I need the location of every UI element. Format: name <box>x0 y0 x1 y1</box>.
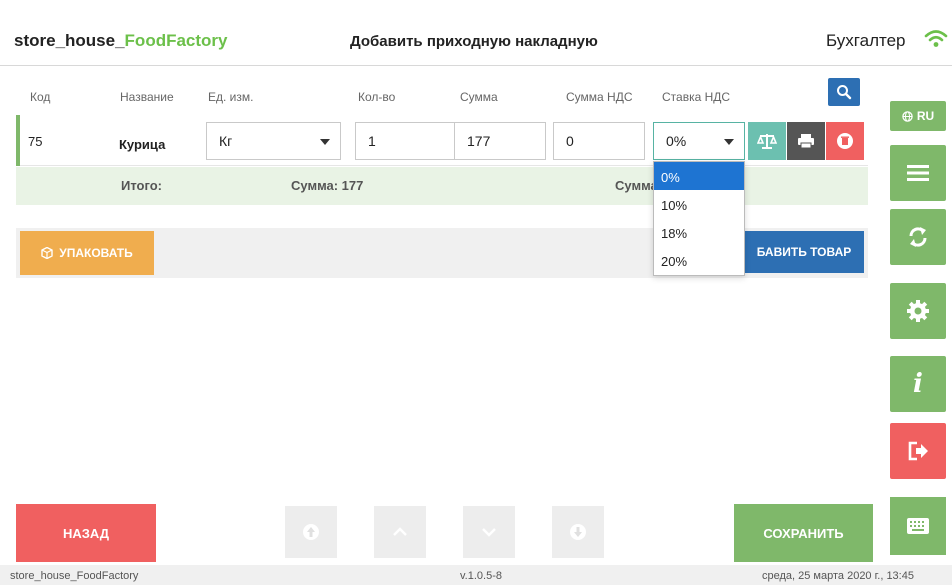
menu-icon <box>907 165 929 181</box>
vat-option-0[interactable]: 0% <box>654 162 744 190</box>
col-vat-rate: Ставка НДС <box>662 90 731 104</box>
col-vat-sum: Сумма НДС <box>566 90 633 104</box>
info-icon: i <box>913 369 923 399</box>
qty-input[interactable]: 1 <box>355 122 455 160</box>
item-name: Курица <box>119 137 166 152</box>
scroll-down-button[interactable] <box>463 506 515 558</box>
first-page-button[interactable] <box>285 506 337 558</box>
status-bar: store_house_FoodFactory v.1.0.5-8 среда,… <box>0 565 952 585</box>
language-label: RU <box>916 109 935 123</box>
table-row: 75 Курица Кг 1 177 0 0% <box>16 115 868 166</box>
brand-title: store_house_FoodFactory <box>14 31 228 51</box>
vat-option-10[interactable]: 10% <box>654 190 744 218</box>
gear-icon <box>907 300 929 322</box>
search-icon <box>837 85 852 100</box>
vat-rate-select[interactable]: 0% <box>653 122 745 160</box>
vat-sum-input[interactable]: 0 <box>553 122 645 160</box>
page-title: Добавить приходную накладную <box>350 33 598 50</box>
scroll-up-button[interactable] <box>374 506 426 558</box>
right-sidebar: RU i <box>885 66 952 565</box>
pack-label: УПАКОВАТЬ <box>59 246 133 260</box>
scale-icon <box>757 134 777 149</box>
logout-button[interactable] <box>890 423 946 479</box>
col-unit: Ед. изм. <box>208 90 254 104</box>
col-sum: Сумма <box>460 90 498 104</box>
sum-input[interactable]: 177 <box>454 122 546 160</box>
language-button[interactable]: RU <box>890 101 946 131</box>
print-button[interactable] <box>787 122 825 160</box>
scale-button[interactable] <box>748 122 786 160</box>
brand-accent: FoodFactory <box>124 31 228 50</box>
brand-prefix: store_house_ <box>14 31 125 50</box>
totals-vat-sum: Сумма <box>615 178 658 193</box>
wifi-icon <box>924 30 948 47</box>
settings-button[interactable] <box>890 283 946 339</box>
pack-button[interactable]: УПАКОВАТЬ <box>20 231 154 275</box>
vat-rate-dropdown: 0% 10% 18% 20% <box>653 161 745 276</box>
keyboard-button[interactable] <box>890 497 946 555</box>
footer-app-name: store_house_FoodFactory <box>10 570 139 582</box>
footer-datetime: среда, 25 марта 2020 г., 13:45 <box>762 570 914 582</box>
arrow-up-circle-icon <box>303 524 319 540</box>
col-qty: Кол-во <box>358 90 396 104</box>
delete-button[interactable] <box>826 122 864 160</box>
chevron-down-icon <box>482 528 496 537</box>
menu-button[interactable] <box>890 145 946 201</box>
totals-sum: Сумма: 177 <box>291 178 364 193</box>
info-button[interactable]: i <box>890 356 946 412</box>
vat-option-18[interactable]: 18% <box>654 218 744 246</box>
user-role[interactable]: Бухгалтер <box>826 31 906 51</box>
row-marker <box>16 115 20 166</box>
add-item-label: БАВИТЬ ТОВАР <box>756 245 852 259</box>
globe-icon <box>902 110 913 122</box>
logout-icon <box>908 441 928 461</box>
vat-option-20[interactable]: 20% <box>654 246 744 274</box>
print-icon <box>798 134 814 149</box>
keyboard-icon <box>907 518 929 534</box>
chevron-up-icon <box>393 527 407 536</box>
sync-icon <box>909 227 927 247</box>
item-code: 75 <box>28 134 43 149</box>
totals-label: Итого: <box>121 178 162 193</box>
header: store_house_FoodFactory Добавить приходн… <box>0 0 952 66</box>
sync-button[interactable] <box>890 209 946 265</box>
arrow-down-circle-icon <box>570 524 586 540</box>
unit-select[interactable]: Кг <box>206 122 341 160</box>
search-button[interactable] <box>828 78 860 106</box>
back-button[interactable]: НАЗАД <box>16 504 156 562</box>
footer-version: v.1.0.5-8 <box>460 570 502 582</box>
box-icon <box>41 247 53 259</box>
app-window: store_house_FoodFactory Добавить приходн… <box>0 0 952 585</box>
col-name: Название <box>120 90 174 104</box>
last-page-button[interactable] <box>552 506 604 558</box>
save-button[interactable]: СОХРАНИТЬ <box>734 504 873 562</box>
col-code: Код <box>30 90 51 104</box>
trash-icon <box>837 133 853 149</box>
